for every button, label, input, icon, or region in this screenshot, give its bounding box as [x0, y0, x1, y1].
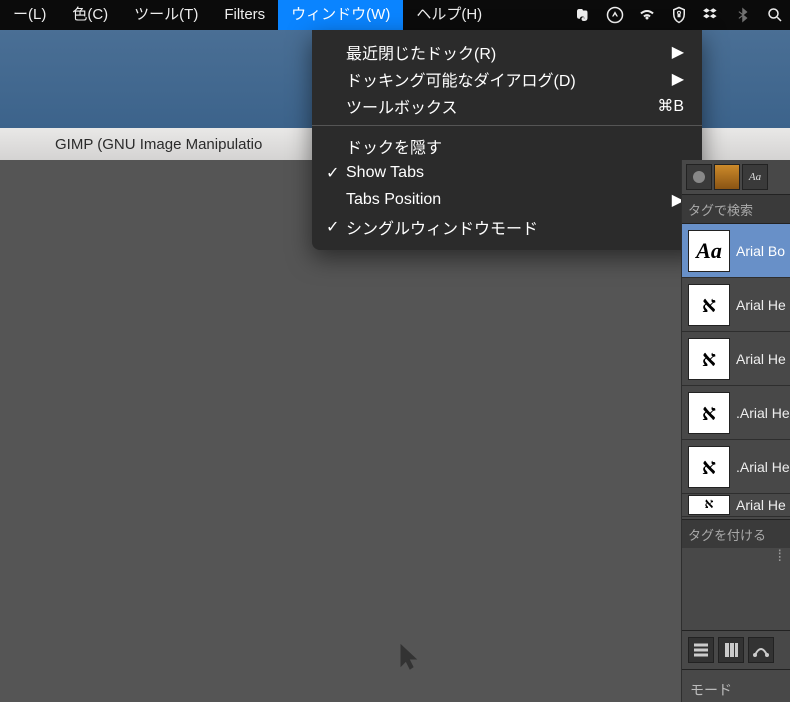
layers-tab[interactable] [688, 637, 714, 663]
font-name-label: .Arial He [736, 459, 790, 475]
font-preview-icon: א [688, 284, 730, 326]
submenu-arrow-icon: ▶ [672, 69, 684, 89]
check-icon: ✓ [326, 217, 339, 237]
font-name-label: Arial He [736, 351, 786, 367]
bluetooth-icon[interactable] [734, 6, 752, 24]
fonts-panel: Aa タグで検索 Aa Arial Bo א Arial He א Arial He א .A… [681, 160, 790, 702]
font-preview-icon: א [688, 495, 730, 515]
menu-ヘルプ(H)[interactable]: ヘルプ(H) [403, 0, 495, 30]
menu-色(C)[interactable]: 色(C) [59, 0, 121, 30]
font-list-item[interactable]: א Arial He [682, 494, 790, 517]
menu-item-label: ドックを隠す [346, 134, 442, 158]
font-filter-input[interactable]: タグで検索 [682, 194, 790, 224]
windows-menu-dropdown: 最近閉じたドック(R) ▶ ドッキング可能なダイアログ(D) ▶ ツールボックス ⌘B ドッ… [312, 30, 702, 250]
menu-ウィンドウ(W)[interactable]: ウィンドウ(W) [278, 0, 403, 30]
patterns-tab[interactable] [714, 164, 740, 190]
evernote-icon[interactable] [574, 6, 592, 24]
menu-separator [312, 125, 702, 126]
dropbox-icon[interactable] [702, 6, 720, 24]
menu-item[interactable]: ドッキング可能なダイアログ(D) ▶ [312, 65, 702, 92]
menu-item[interactable]: ✓ Show Tabs [312, 159, 702, 186]
dock-tabs: Aa [682, 160, 790, 194]
brushes-tab[interactable] [686, 164, 712, 190]
system-tray [574, 6, 790, 24]
fonts-tab[interactable]: Aa [742, 164, 768, 190]
font-tag-input[interactable]: タグを付ける [682, 519, 790, 548]
menu-item-label: Tabs Position [346, 191, 441, 209]
menu-item-label: 最近閉じたドック(R) [346, 40, 496, 64]
mode-label: モード [682, 669, 790, 702]
font-preview-icon: א [688, 392, 730, 434]
menu-ー(L)[interactable]: ー(L) [0, 0, 59, 30]
menu-item[interactable]: Tabs Position▶ [312, 186, 702, 213]
window-title: GIMP (GNU Image Manipulatio [55, 136, 262, 153]
menu-accelerator: ⌘B [657, 96, 684, 116]
menu-ツール(T)[interactable]: ツール(T) [121, 0, 211, 30]
font-list-item[interactable]: א .Arial He [682, 440, 790, 494]
paths-tab[interactable] [748, 637, 774, 663]
lower-dock-tabs [682, 630, 790, 669]
font-preview-icon: א [688, 338, 730, 380]
font-list-item[interactable]: Aa Arial Bo [682, 224, 790, 278]
menu-item[interactable]: ドックを隠す [312, 132, 702, 159]
panel-menu-icon[interactable]: ⁞ [778, 548, 782, 566]
menu-item[interactable]: ツールボックス ⌘B [312, 92, 702, 119]
submenu-arrow-icon: ▶ [672, 42, 684, 62]
font-name-label: Arial Bo [736, 243, 785, 259]
font-name-label: Arial He [736, 297, 786, 313]
channels-tab[interactable] [718, 637, 744, 663]
font-preview-icon: Aa [688, 230, 730, 272]
menu-item[interactable]: ✓ シングルウィンドウモード [312, 213, 702, 240]
wifi-icon[interactable] [638, 6, 656, 24]
spotlight-icon[interactable] [766, 6, 784, 24]
menu-item-label: ツールボックス [346, 94, 458, 118]
menu-item-label: ドッキング可能なダイアログ(D) [346, 67, 576, 91]
check-icon: ✓ [326, 163, 339, 183]
menu-Filters[interactable]: Filters [211, 0, 278, 30]
menu-item-label: Show Tabs [346, 164, 424, 182]
vpn-icon[interactable] [670, 6, 688, 24]
menu-item-label: シングルウィンドウモード [346, 215, 538, 239]
font-preview-icon: א [688, 446, 730, 488]
menubar: ー(L)色(C)ツール(T)Filtersウィンドウ(W)ヘルプ(H) [0, 0, 790, 30]
menu-item[interactable]: 最近閉じたドック(R) ▶ [312, 38, 702, 65]
cursor-icon [400, 644, 420, 670]
font-list[interactable]: Aa Arial Bo א Arial He א Arial He א .Arial He א.… [682, 224, 790, 517]
font-list-item[interactable]: א .Arial He [682, 386, 790, 440]
font-name-label: Arial He [736, 497, 786, 513]
font-list-item[interactable]: א Arial He [682, 278, 790, 332]
avast-icon[interactable] [606, 6, 624, 24]
font-list-item[interactable]: א Arial He [682, 332, 790, 386]
font-name-label: .Arial He [736, 405, 790, 421]
